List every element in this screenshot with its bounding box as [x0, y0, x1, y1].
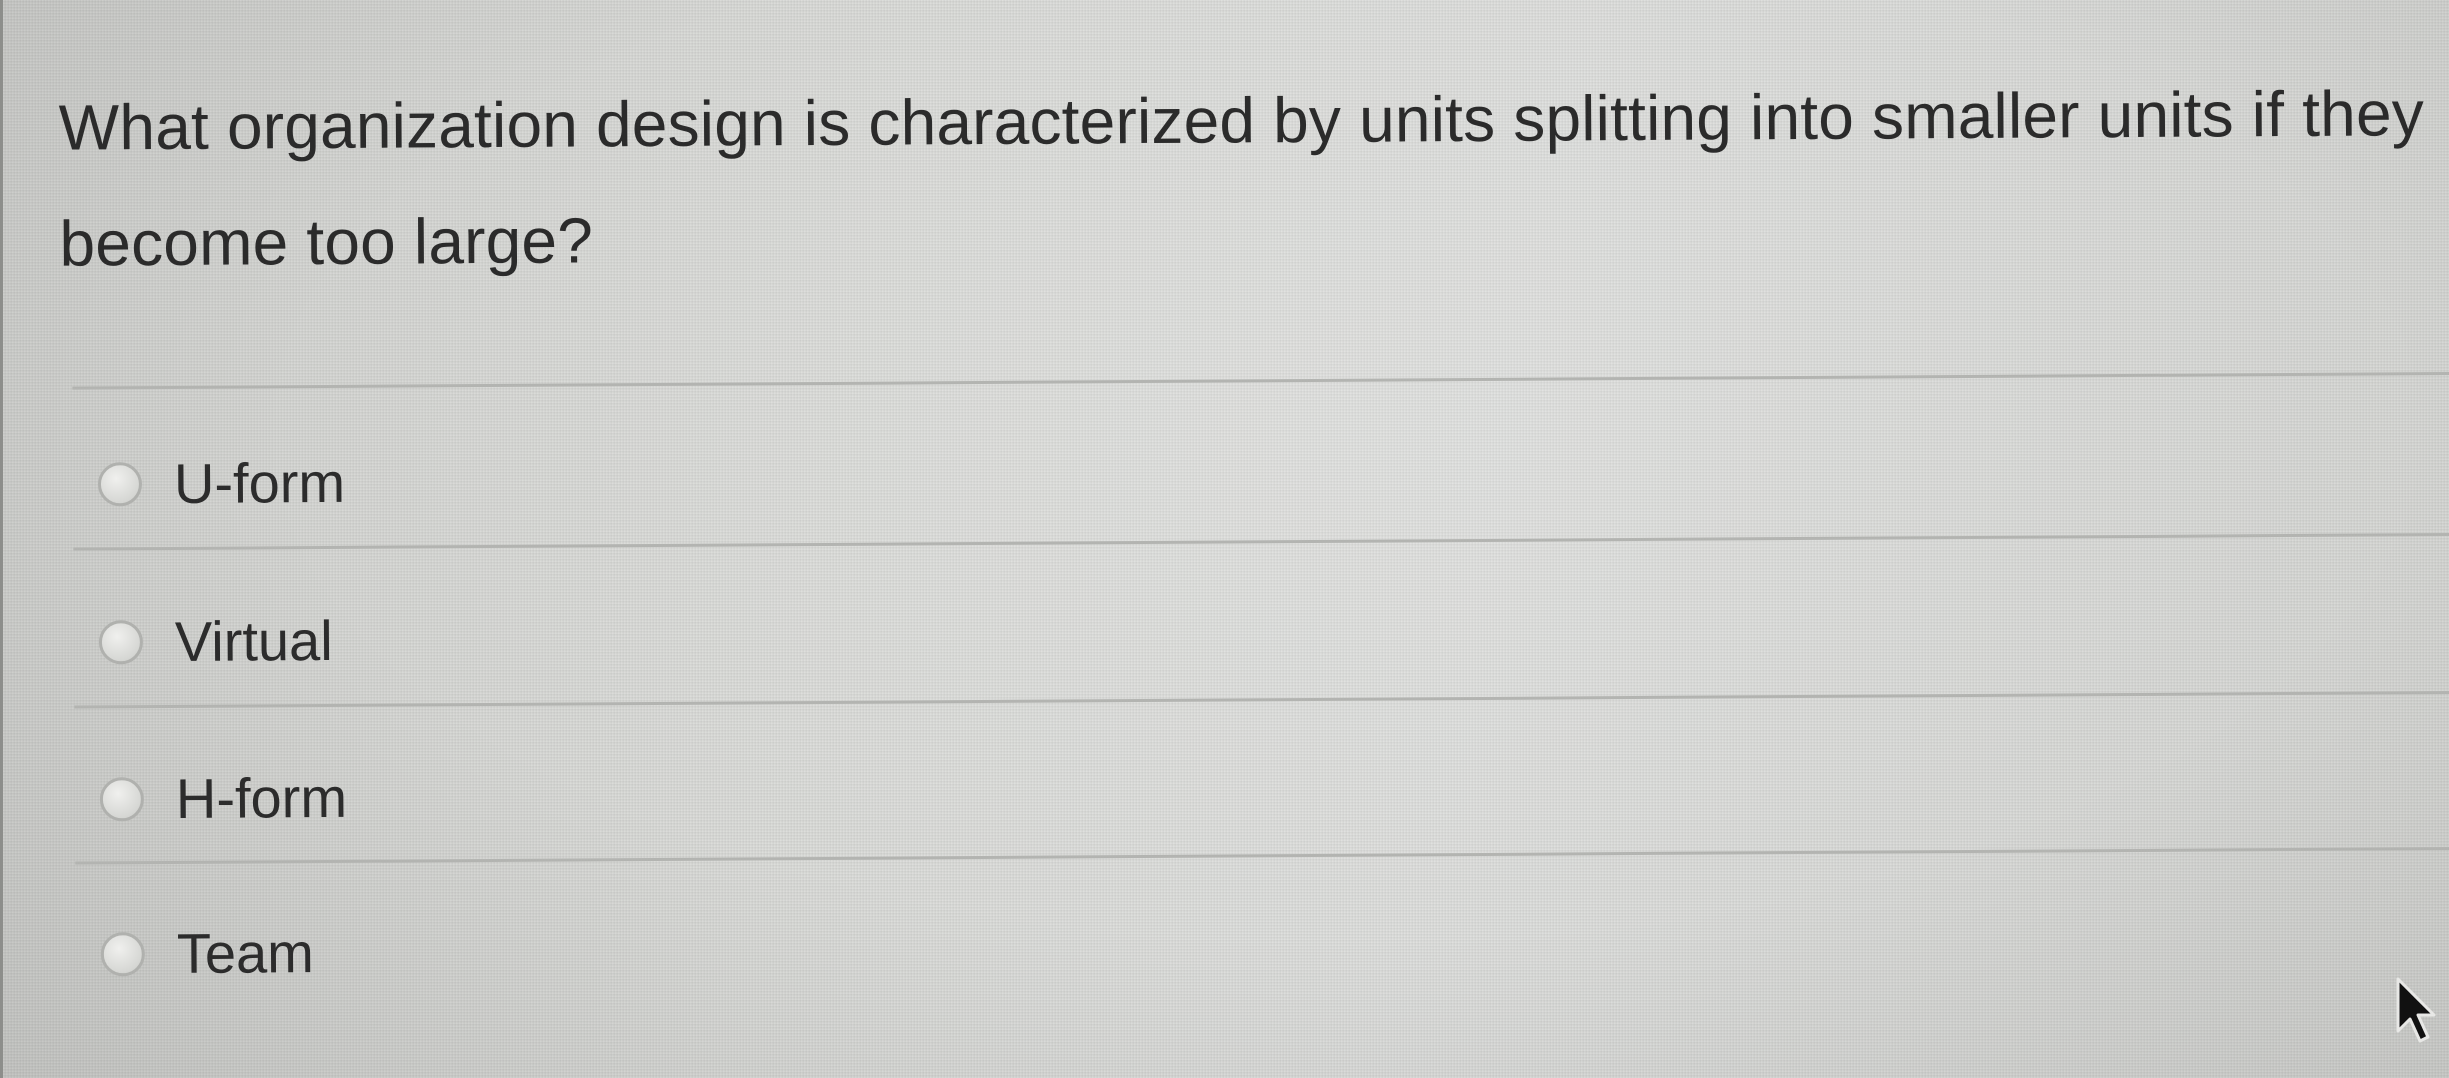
answer-option-h-form[interactable]: H-form	[99, 730, 2401, 854]
answer-option-virtual[interactable]: Virtual	[98, 573, 2400, 697]
radio-button-icon[interactable]	[98, 620, 144, 665]
question-divider	[72, 372, 2449, 390]
question-text: What organization design is characterize…	[58, 77, 2425, 280]
answer-option-team[interactable]: Team	[100, 885, 2401, 1009]
radio-button-icon[interactable]	[97, 462, 143, 507]
mouse-pointer-icon	[2396, 977, 2436, 1043]
answer-option-u-form[interactable]: U-form	[97, 415, 2399, 539]
question-panel: What organization design is characterize…	[0, 0, 2449, 1078]
radio-button-icon[interactable]	[99, 777, 145, 822]
radio-button-icon[interactable]	[100, 932, 145, 977]
answer-label: Virtual	[174, 608, 333, 673]
answer-label: U-form	[173, 450, 346, 515]
answer-label: Team	[176, 921, 314, 985]
answer-label: H-form	[175, 765, 348, 830]
